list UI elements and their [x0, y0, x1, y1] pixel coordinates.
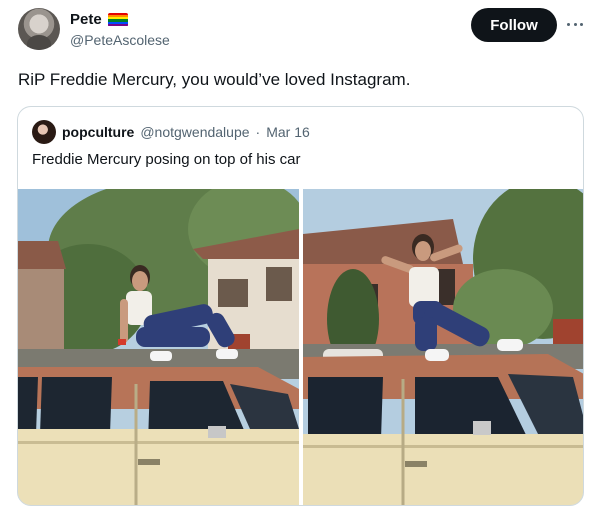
flag-stripe: [107, 24, 128, 27]
ellipsis-dot: [580, 22, 583, 26]
quoted-text: Freddie Mercury posing on top of his car: [32, 151, 301, 168]
ellipsis-dot: [567, 22, 570, 26]
quoted-photo-right[interactable]: [303, 189, 583, 505]
quoted-separator: ·: [255, 124, 261, 140]
rainbow-flag-icon: [107, 12, 128, 27]
tweet-text: RiP Freddie Mercury, you would’ve loved …: [18, 70, 411, 89]
quoted-date[interactable]: Mar 16: [266, 124, 310, 140]
author-display-name[interactable]: Pete: [70, 11, 102, 28]
author-handle[interactable]: @PeteAscolese: [70, 32, 170, 48]
follow-button[interactable]: Follow: [471, 8, 557, 42]
author-name-row: Pete: [70, 11, 128, 28]
ellipsis-icon[interactable]: [565, 14, 585, 34]
quoted-display-name[interactable]: popculture: [62, 124, 134, 140]
author-avatar[interactable]: [18, 8, 60, 50]
quoted-avatar[interactable]: [32, 120, 56, 144]
ellipsis-dot: [573, 22, 577, 26]
quoted-photo-left[interactable]: [18, 189, 299, 505]
quoted-tweet-card[interactable]: popculture @notgwendalupe · Mar 16 Fredd…: [17, 106, 584, 506]
quoted-handle[interactable]: @notgwendalupe: [140, 124, 249, 140]
quoted-header: popculture @notgwendalupe · Mar 16: [32, 120, 310, 144]
